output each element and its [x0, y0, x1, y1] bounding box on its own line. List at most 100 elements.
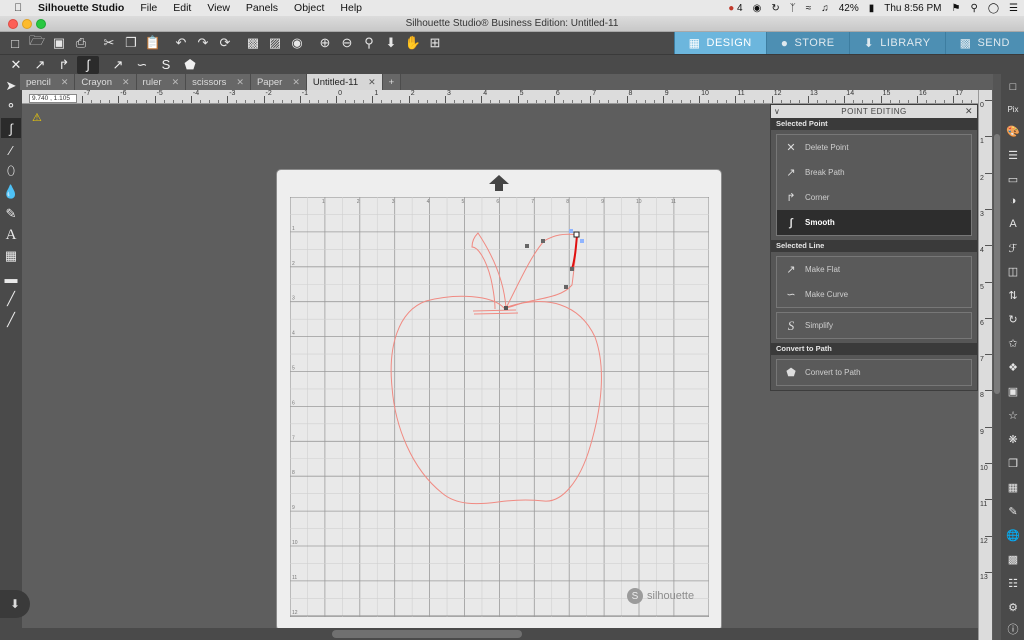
- layers-icon[interactable]: ❐: [1004, 454, 1022, 472]
- selected-anchor-point[interactable]: [573, 231, 580, 238]
- copy-icon[interactable]: ❐: [121, 34, 141, 52]
- undo-icon[interactable]: ↶: [171, 34, 191, 52]
- anchor-point[interactable]: [525, 244, 529, 248]
- menu-app-name[interactable]: Silhouette Studio: [30, 2, 132, 14]
- close-icon[interactable]: ✕: [965, 105, 973, 118]
- corner-tool-icon[interactable]: ↱: [53, 56, 75, 74]
- compound-path-icon[interactable]: ◉: [287, 34, 307, 52]
- zoom-out-icon[interactable]: ⊖: [337, 34, 357, 52]
- notification-badge[interactable]: ● 4: [728, 3, 742, 14]
- wifi-icon[interactable]: ≈: [806, 3, 812, 14]
- make-flat-button[interactable]: ↗ Make Flat: [777, 257, 971, 282]
- doc-tab[interactable]: ruler ✕: [136, 74, 187, 90]
- rotate-icon[interactable]: ↻: [1004, 310, 1022, 328]
- trace-icon[interactable]: ❋: [1004, 430, 1022, 448]
- convert-path-tool-icon[interactable]: ⬟: [179, 56, 201, 74]
- close-icon[interactable]: ✕: [368, 77, 376, 88]
- select-arrow-icon[interactable]: ➤: [1, 76, 21, 96]
- flag-icon[interactable]: ⚑: [952, 3, 961, 14]
- eraser-tool-icon[interactable]: ▬: [1, 268, 21, 288]
- close-icon[interactable]: ✕: [172, 77, 180, 88]
- close-icon[interactable]: ✕: [236, 77, 244, 88]
- apple-icon[interactable]: : [12, 2, 24, 14]
- print-icon[interactable]: ⎙: [71, 34, 91, 52]
- control-handle[interactable]: [580, 239, 584, 243]
- transparency-icon[interactable]: ◑: [1004, 192, 1022, 210]
- tab-library[interactable]: ⬇ LIBRARY: [848, 32, 945, 54]
- nesting-icon[interactable]: ▩: [1004, 550, 1022, 568]
- anchor-point[interactable]: [504, 306, 508, 310]
- pencil-tool-icon[interactable]: ✎: [1, 204, 21, 224]
- make-curve-button[interactable]: ∽ Make Curve: [777, 282, 971, 307]
- drop-tool-icon[interactable]: 💧: [1, 182, 21, 202]
- replicate-icon[interactable]: ❖: [1004, 358, 1022, 376]
- doc-tab[interactable]: Paper ✕: [250, 74, 307, 90]
- star-icon[interactable]: ✩: [1004, 334, 1022, 352]
- cut-icon[interactable]: ✂: [99, 34, 119, 52]
- minimize-window-button[interactable]: [22, 19, 32, 29]
- battery-percent[interactable]: 42%: [839, 3, 859, 14]
- line-tool-icon[interactable]: ∕: [1, 140, 21, 160]
- line-style-icon[interactable]: ☰: [1004, 146, 1022, 164]
- convert-to-path-button[interactable]: ⬟ Convert to Path: [777, 360, 971, 385]
- vertical-scrollbar[interactable]: [993, 74, 1001, 640]
- globe-icon[interactable]: 🌐: [1004, 526, 1022, 544]
- sketch-icon[interactable]: ✎: [1004, 502, 1022, 520]
- settings-gear-icon[interactable]: ⚙: [1004, 598, 1022, 616]
- notification-center-icon[interactable]: ☰: [1009, 3, 1018, 14]
- warning-icon[interactable]: ⚠: [32, 111, 42, 124]
- tab-design[interactable]: ▦ DESIGN: [673, 32, 766, 54]
- lasso-icon[interactable]: ⚬: [1, 96, 21, 116]
- ellipse-tool-icon[interactable]: ⬯: [1, 161, 21, 181]
- pixscan-icon[interactable]: Pix: [1004, 100, 1022, 118]
- fit-page-icon[interactable]: ⊞: [425, 34, 445, 52]
- page-setup-icon[interactable]: □: [1004, 78, 1022, 96]
- tab-send[interactable]: ▩ SEND: [944, 32, 1024, 54]
- close-window-button[interactable]: [8, 19, 18, 29]
- knife-tool-icon[interactable]: ╱: [1, 289, 21, 309]
- move-down-icon[interactable]: ⬇: [381, 34, 401, 52]
- tab-store[interactable]: ● STORE: [765, 32, 849, 54]
- anchor-point[interactable]: [541, 239, 545, 243]
- menu-edit[interactable]: Edit: [165, 2, 199, 14]
- delete-point-tool-icon[interactable]: ✕: [5, 56, 27, 74]
- creative-cloud-icon[interactable]: ◉: [753, 3, 762, 14]
- smooth-button[interactable]: ∫ Smooth: [777, 210, 971, 235]
- modify-icon[interactable]: ▣: [1004, 382, 1022, 400]
- menu-view[interactable]: View: [199, 2, 238, 14]
- group-icon[interactable]: ▩: [243, 34, 263, 52]
- doc-tab-active[interactable]: Untitled-11 ✕: [306, 74, 383, 90]
- clock[interactable]: Thu 8:56 PM: [884, 3, 941, 14]
- menu-object[interactable]: Object: [286, 2, 332, 14]
- save-icon[interactable]: ▣: [49, 34, 69, 52]
- redo-icon[interactable]: ↷: [193, 34, 213, 52]
- fill-tool-icon[interactable]: ▦: [1, 246, 21, 266]
- anchor-point[interactable]: [564, 285, 568, 289]
- zoom-select-icon[interactable]: ⚲: [359, 34, 379, 52]
- doc-tab[interactable]: Crayon ✕: [75, 74, 137, 90]
- spotlight-icon[interactable]: ⚲: [971, 3, 978, 14]
- doc-tab[interactable]: scissors ✕: [186, 74, 251, 90]
- close-icon[interactable]: ✕: [292, 77, 300, 88]
- doc-tab[interactable]: pencil ✕: [20, 74, 76, 90]
- add-tab-button[interactable]: +: [382, 74, 402, 90]
- anchor-point[interactable]: [570, 267, 574, 271]
- simplify-tool-icon[interactable]: S: [155, 56, 177, 74]
- redraw-icon[interactable]: ⟳: [215, 34, 235, 52]
- collapse-chevron-icon[interactable]: ∨: [774, 105, 780, 118]
- sync-icon[interactable]: ↻: [771, 3, 779, 14]
- volume-icon[interactable]: ♫: [821, 3, 829, 14]
- scroll-thumb[interactable]: [994, 134, 1000, 394]
- scale-icon[interactable]: ⇅: [1004, 286, 1022, 304]
- favorite-star-icon[interactable]: ☆: [1004, 406, 1022, 424]
- smooth-tool-icon[interactable]: ∫: [77, 55, 99, 74]
- close-icon[interactable]: ✕: [61, 77, 69, 88]
- paste-icon[interactable]: 📋: [143, 34, 163, 52]
- menu-help[interactable]: Help: [332, 2, 370, 14]
- scroll-thumb[interactable]: [332, 630, 522, 638]
- siri-icon[interactable]: ◯: [988, 3, 999, 14]
- map-icon[interactable]: ☷: [1004, 574, 1022, 592]
- menu-panels[interactable]: Panels: [238, 2, 286, 14]
- align-icon[interactable]: ◫: [1004, 262, 1022, 280]
- zoom-window-button[interactable]: [36, 19, 46, 29]
